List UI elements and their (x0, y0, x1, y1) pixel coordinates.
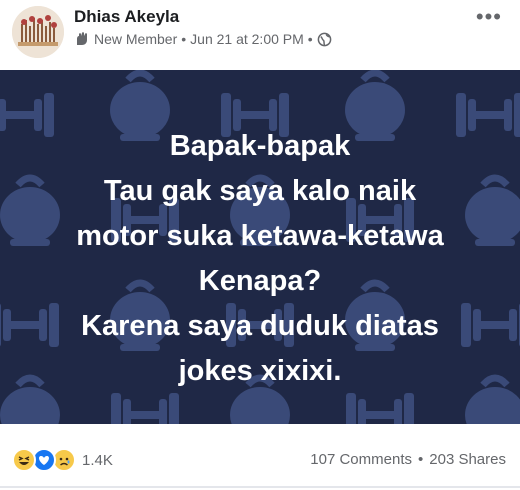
post-header: Dhias Akeyla New Member • Jun 21 at 2:00… (0, 0, 520, 70)
post-footer: 1.4K 107 Comments • 203 Shares (0, 424, 520, 490)
shares-link[interactable]: 203 Shares (429, 451, 506, 468)
comments-link[interactable]: 107 Comments (310, 451, 412, 468)
globe-icon[interactable] (317, 32, 332, 47)
reaction-count: 1.4K (82, 451, 113, 469)
meta-separator: • (307, 31, 313, 47)
post-text-line: Kenapa? (198, 265, 322, 297)
reactions-summary[interactable]: 1.4K (12, 448, 113, 472)
post-text-line: Tau gak saya kalo naik (103, 175, 417, 207)
engagement-stats: 107 Comments • 203 Shares (310, 451, 506, 468)
post-meta: New Member • Jun 21 at 2:00 PM • (74, 31, 332, 47)
author-name[interactable]: Dhias Akeyla (74, 7, 179, 27)
post-date[interactable]: Jun 21 at 2:00 PM (190, 31, 304, 47)
member-badge: New Member (94, 31, 178, 47)
avatar[interactable] (12, 6, 64, 58)
post-content: Bapak-bapak Tau gak saya kalo naik motor… (0, 70, 520, 424)
meta-separator: • (181, 31, 187, 47)
more-options-icon[interactable]: ••• (476, 4, 502, 30)
new-member-icon (77, 32, 87, 45)
post-text-line: motor suka ketawa-ketawa (76, 220, 444, 252)
post-text: Bapak-bapak Tau gak saya kalo naik motor… (0, 124, 520, 394)
post-text-line: Karena saya duduk diatas (81, 310, 439, 342)
post-text-line: jokes xixixi. (178, 355, 342, 387)
haha-icon (12, 448, 36, 472)
divider (0, 486, 520, 488)
post-text-line: Bapak-bapak (169, 130, 351, 162)
stats-separator: • (418, 451, 424, 468)
